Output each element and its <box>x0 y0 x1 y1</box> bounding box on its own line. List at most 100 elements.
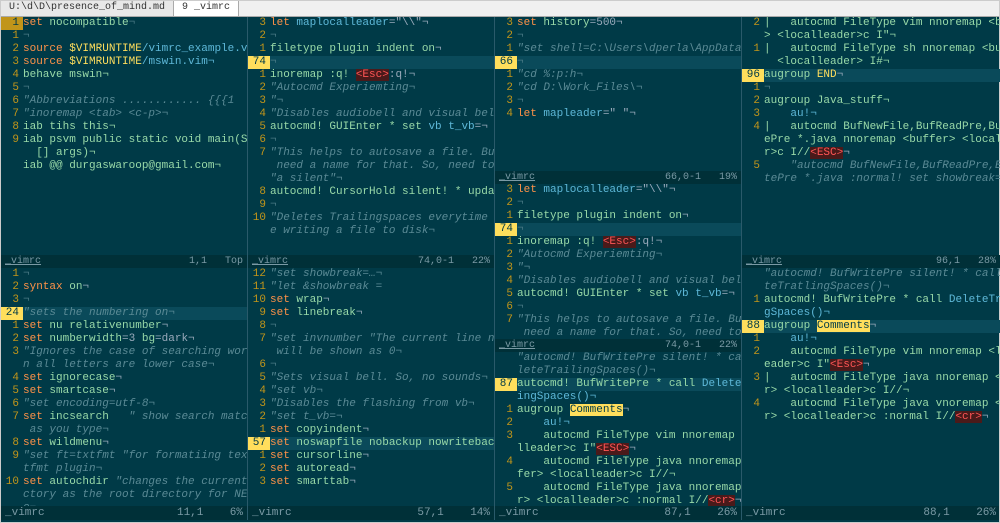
code-line[interactable]: 87autocmd! BufWritePre * call DeleteTrai… <box>495 378 741 391</box>
code-line[interactable]: 3let maplocalleader="\\"¬ <box>495 184 741 197</box>
code-line[interactable]: 9¬ <box>248 199 494 212</box>
code-line[interactable]: 6¬ <box>248 359 494 372</box>
code-line[interactable]: 74¬ <box>495 223 741 236</box>
code-line[interactable]: 1¬ <box>1 268 247 281</box>
code-line[interactable]: <localleader> I#¬ <box>742 56 1000 69</box>
pane-2-bottom[interactable]: "autocmd! BufWritePre silent! * call De l… <box>495 352 741 506</box>
code-line[interactable]: ctory as the root directory for NERDTre <box>1 489 247 502</box>
code-line[interactable]: n all letters are lower case¬ <box>1 359 247 372</box>
code-line[interactable]: 3¬ <box>495 95 741 108</box>
code-line[interactable]: 5set smartcase¬ <box>1 385 247 398</box>
code-line[interactable]: 2¬ <box>495 197 741 210</box>
tab-file-1[interactable]: U:\d\D\presence_of_mind.md <box>1 1 174 16</box>
code-line[interactable]: 4let mapleader=" "¬ <box>495 108 741 121</box>
code-line[interactable]: 4"Disables audiobell and visual bell¬ <box>248 108 494 121</box>
code-line[interactable]: "autocmd! BufWritePre silent! * call Del… <box>742 268 1000 281</box>
code-line[interactable]: "a silent"¬ <box>248 173 494 186</box>
code-line[interactable]: 2source $VIMRUNTIME/vimrc_example.vim¬ <box>1 43 247 56</box>
code-line[interactable]: 1inoremap :q! <Esc>:q!¬ <box>248 69 494 82</box>
code-line[interactable]: "autocmd! BufWritePre silent! * call De <box>495 352 741 365</box>
code-line[interactable]: fer> <localleader>c I//¬ <box>495 469 741 482</box>
code-line[interactable]: 3source $VIMRUNTIME/mswin.vim¬ <box>1 56 247 69</box>
code-line[interactable]: 2syntax on¬ <box>1 281 247 294</box>
pane-3[interactable]: 2| autocmd FileType vim nnoremap <buffer… <box>742 17 1000 506</box>
code-line[interactable]: 5 "autocmd BufNewFile,BufReadPre,BufWri <box>742 160 1000 173</box>
code-line[interactable]: 3"¬ <box>495 262 741 275</box>
code-line[interactable]: need a name for that. So, need to add¬ <box>495 327 741 338</box>
code-line[interactable]: 2¬ <box>248 30 494 43</box>
code-line[interactable]: ingSpaces()¬ <box>495 391 741 404</box>
code-line[interactable]: > <localleader>c I"¬ <box>742 30 1000 43</box>
code-line[interactable]: 1autocmd! BufWritePre * call DeleteTrail… <box>742 294 1000 307</box>
pane-2[interactable]: 3set history=500¬2¬1"set shell=C:\Users\… <box>495 17 742 506</box>
code-line[interactable]: 1¬ <box>742 82 1000 95</box>
code-line[interactable]: 7"inoremap <tab> <c-p>¬ <box>1 108 247 121</box>
code-line[interactable]: 2augroup Java_stuff¬ <box>742 95 1000 108</box>
code-line[interactable]: 4behave mswin¬ <box>1 69 247 82</box>
code-line[interactable]: 3| autocmd FileType java nnoremap <buffe <box>742 372 1000 385</box>
code-line[interactable]: 1inoremap :q! <Esc>:q!¬ <box>495 236 741 249</box>
code-line[interactable]: 2 au!¬ <box>495 417 741 430</box>
code-line[interactable]: 8iab tihs this¬ <box>1 121 247 134</box>
pane-1[interactable]: 3let maplocalleader="\\"¬2¬1filetype plu… <box>248 17 495 506</box>
pane-3-top[interactable]: 2| autocmd FileType vim nnoremap <buffer… <box>742 17 1000 255</box>
code-line[interactable]: 24"sets the numbering on¬ <box>1 307 247 320</box>
pane-2-mid[interactable]: 3let maplocalleader="\\"¬2¬1filetype plu… <box>495 184 741 338</box>
code-line[interactable]: 7set incsearch " show search matches <box>1 411 247 424</box>
code-line[interactable]: 1| autocmd FileType sh nnoremap <buffer> <box>742 43 1000 56</box>
code-line[interactable]: iab @@ durgaswaroop@gmail.com¬ <box>1 160 247 173</box>
code-line[interactable]: 6"Abbreviations ............ {{{1 <box>1 95 247 108</box>
code-line[interactable]: 10set wrap¬ <box>248 294 494 307</box>
code-line[interactable]: 7"set invnumber "The current line number <box>248 333 494 346</box>
code-line[interactable]: 3"Ignores the case of searching word whe… <box>1 346 247 359</box>
pane-2-top[interactable]: 3set history=500¬2¬1"set shell=C:\Users\… <box>495 17 741 171</box>
code-line[interactable]: 3let maplocalleader="\\"¬ <box>248 17 494 30</box>
code-line[interactable]: 3¬ <box>1 294 247 307</box>
code-line[interactable]: 1filetype plugin indent on¬ <box>495 210 741 223</box>
code-line[interactable]: 1"cd %:p:h¬ <box>495 69 741 82</box>
code-line[interactable]: 4"Disables audiobell and visual bell¬ <box>495 275 741 288</box>
code-line[interactable]: r>c I//<ESC>¬ <box>742 147 1000 160</box>
code-line[interactable]: 2| autocmd FileType vim nnoremap <buffer <box>742 17 1000 30</box>
code-line[interactable]: 74¬ <box>248 56 494 69</box>
pane-1-bottom[interactable]: 12"set showbreak=…¬11"let &showbreak = 1… <box>248 268 494 506</box>
code-line[interactable]: r> <localleader>c :normal I//<cr>¬ <box>742 411 1000 424</box>
code-line[interactable]: 3 au!¬ <box>742 108 1000 121</box>
code-line[interactable]: 5autocmd! GUIEnter * set vb t_vb=¬ <box>495 288 741 301</box>
code-line[interactable]: 4 autocmd FileType java nnoremap <buf <box>495 456 741 469</box>
code-line[interactable]: e¬ <box>1 502 247 506</box>
pane-3-bottom[interactable]: "autocmd! BufWritePre silent! * call Del… <box>742 268 1000 506</box>
tab-file-2[interactable]: 9 _vimrc <box>174 1 239 16</box>
code-line[interactable]: 3set smarttab¬ <box>248 476 494 489</box>
code-line[interactable]: 2¬ <box>495 30 741 43</box>
code-line[interactable]: 6"set encoding=utf-8¬ <box>1 398 247 411</box>
code-line[interactable]: 2"Autocmd Experiemting¬ <box>495 249 741 262</box>
code-line[interactable]: 5autocmd! GUIEnter * set vb t_vb=¬ <box>248 121 494 134</box>
code-line[interactable]: 4| autocmd BufNewFile,BufReadPre,BufWrit <box>742 121 1000 134</box>
code-line[interactable]: e writing a file to disk¬ <box>248 225 494 238</box>
code-line[interactable]: 10set autochdir "changes the current dir… <box>1 476 247 489</box>
code-line[interactable]: 8autocmd! CursorHold silent! * update¬ <box>248 186 494 199</box>
code-line[interactable]: 1set nocompatible¬ <box>1 17 247 30</box>
code-line[interactable]: 8set wildmenu¬ <box>1 437 247 450</box>
code-line[interactable]: 4"set vb¬ <box>248 385 494 398</box>
code-line[interactable]: 12"set showbreak=…¬ <box>248 268 494 281</box>
code-line[interactable]: 2set numberwidth=3 bg=dark¬ <box>1 333 247 346</box>
code-line[interactable]: 4 autocmd FileType java vnoremap <buffe <box>742 398 1000 411</box>
code-line[interactable]: 57set noswapfile nobackup nowritebackup¬ <box>248 437 494 450</box>
code-line[interactable]: 7"This helps to autosave a file. But you <box>248 147 494 160</box>
code-line[interactable]: lleader>c I"<ESC>¬ <box>495 443 741 456</box>
code-line[interactable]: 1augroup Comments¬ <box>495 404 741 417</box>
code-line[interactable]: teTratlingSpaces()¬ <box>742 281 1000 294</box>
pane-0-bottom[interactable]: 1¬2syntax on¬3¬24"sets the numbering on¬… <box>1 268 247 506</box>
code-line[interactable]: 5¬ <box>1 82 247 95</box>
code-line[interactable]: need a name for that. So, need to add <box>248 160 494 173</box>
code-line[interactable]: 2"cd D:\Work_Files\¬ <box>495 82 741 95</box>
code-line[interactable]: 1"set shell=C:\Users\dperla\AppData\Loca… <box>495 43 741 56</box>
code-line[interactable]: 88augroup Comments¬ <box>742 320 1000 333</box>
code-line[interactable]: 5 autocmd FileType java nnoremap <buf <box>495 482 741 495</box>
code-line[interactable]: 9set linebreak¬ <box>248 307 494 320</box>
code-line[interactable]: 6¬ <box>248 134 494 147</box>
code-line[interactable]: 3set history=500¬ <box>495 17 741 30</box>
code-line[interactable]: 2"set t_vb=¬ <box>248 411 494 424</box>
